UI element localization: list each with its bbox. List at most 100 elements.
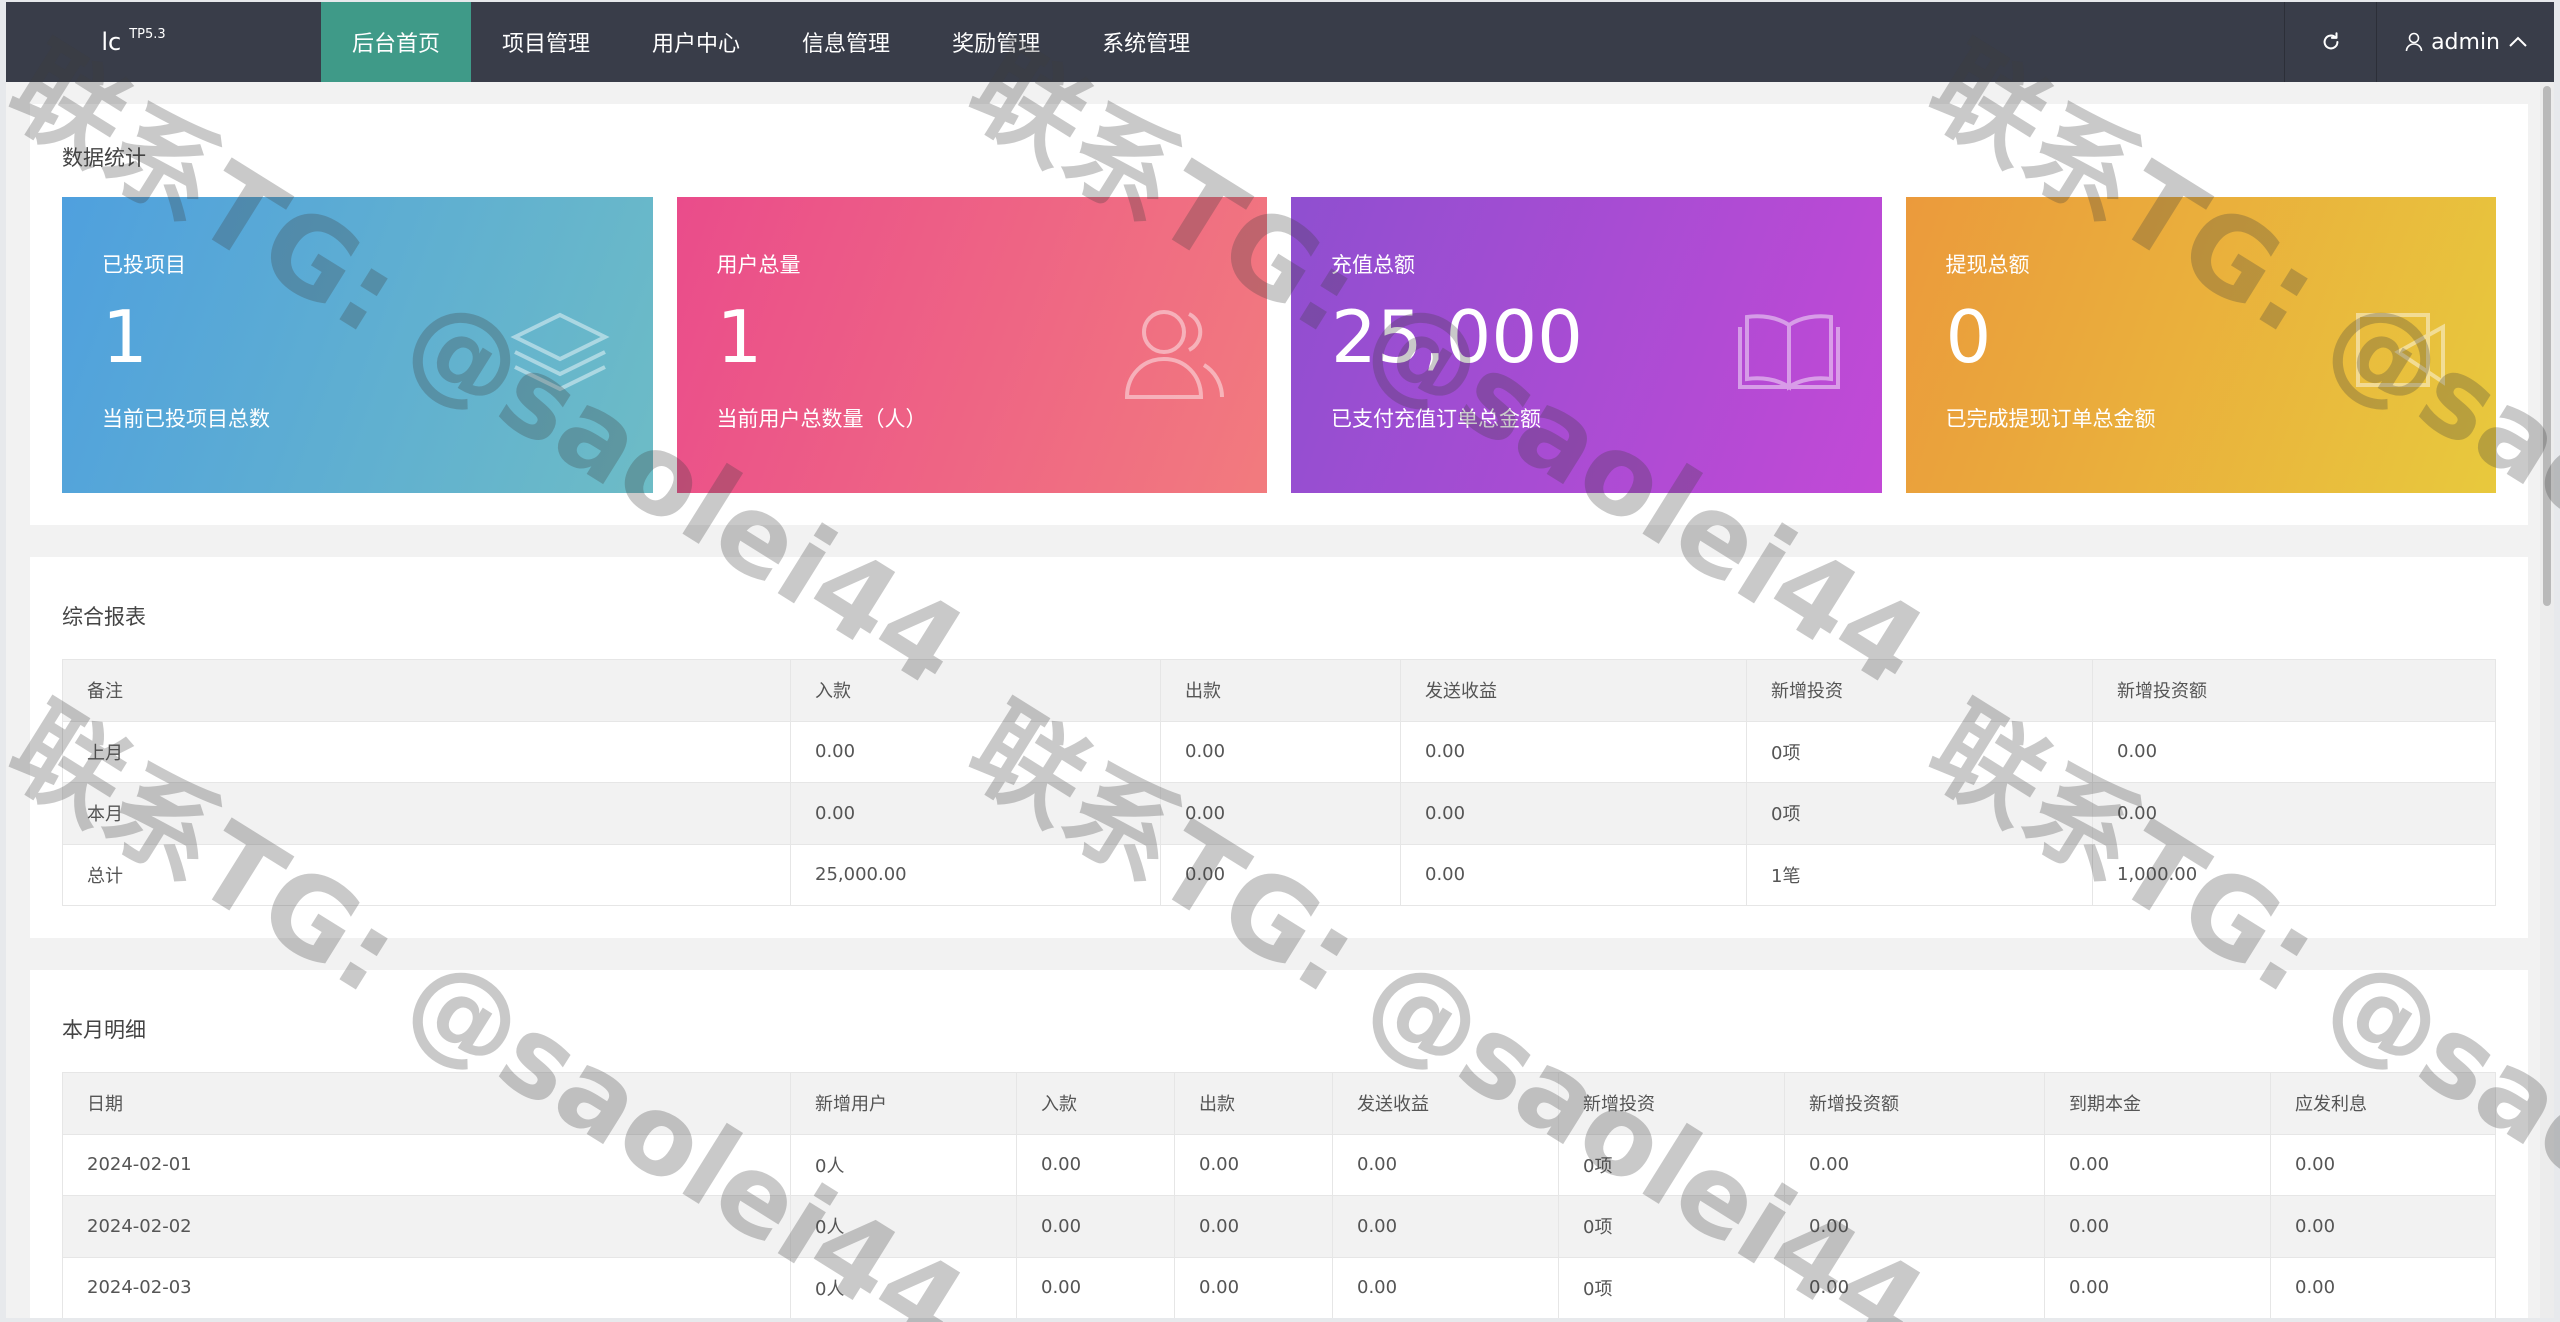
table-cell: 0.00 — [2044, 1256, 2271, 1318]
stat-label: 已投项目 — [102, 253, 186, 277]
table-cell: 0.00 — [1784, 1195, 2045, 1258]
app-logo[interactable]: lc TP5.3 — [6, 2, 321, 82]
table-cell: 2024-02-03 — [62, 1256, 791, 1318]
scrollbar-thumb[interactable] — [2543, 86, 2551, 606]
column-header: 发送收益 — [1400, 659, 1747, 722]
nav-item-system[interactable]: 系统管理 — [1071, 2, 1221, 82]
stat-desc: 已完成提现订单总金额 — [1945, 407, 2156, 431]
table-header-row: 备注 入款 出款 发送收益 新增投资 新增投资额 — [62, 659, 2496, 722]
table-cell: 0.00 — [2044, 1133, 2271, 1196]
table-cell: 0.00 — [1174, 1256, 1333, 1318]
table-cell: 0.00 — [1160, 782, 1401, 845]
top-navbar: lc TP5.3 后台首页 项目管理 用户中心 信息管理 奖励管理 系统管理 ad… — [6, 2, 2554, 82]
stat-desc: 当前用户总数量（人） — [716, 407, 927, 431]
table-cell: 0.00 — [1400, 720, 1747, 783]
stat-desc: 当前已投项目总数 — [102, 407, 270, 431]
column-header: 日期 — [62, 1072, 791, 1135]
table-cell: 1笔 — [1746, 843, 2093, 906]
refresh-icon — [2323, 32, 2338, 50]
stat-card-projects[interactable]: 已投项目 1 当前已投项目总数 — [62, 197, 653, 493]
column-header: 入款 — [1016, 1072, 1175, 1135]
table-cell: 0.00 — [1400, 843, 1747, 906]
table-cell: 总计 — [62, 843, 791, 906]
monthly-panel: 本月明细 日期 新增用户 入款 出款 发送收益 新增投资 新增投资额 到期本金 — [30, 970, 2528, 1318]
stat-desc: 已支付充值订单总金额 — [1331, 407, 1541, 431]
admin-window: lc TP5.3 后台首页 项目管理 用户中心 信息管理 奖励管理 系统管理 ad… — [6, 2, 2554, 1318]
table-cell: 0.00 — [1332, 1133, 1559, 1196]
table-cell: 0.00 — [790, 782, 1161, 845]
column-header: 入款 — [790, 659, 1161, 722]
table-row: 2024-02-03 0人 0.00 0.00 0.00 0项 0.00 0.0… — [62, 1256, 2496, 1318]
stat-card-recharge[interactable]: 充值总额 25,000 已支付充值订单总金额 — [1291, 197, 1882, 493]
table-cell: 0.00 — [2092, 720, 2496, 783]
table-cell: 0.00 — [790, 720, 1161, 783]
nav-item-rewards[interactable]: 奖励管理 — [921, 2, 1071, 82]
table-cell: 上月 — [62, 720, 791, 783]
table-cell: 0.00 — [2044, 1195, 2271, 1258]
withdraw-icon — [2356, 313, 2445, 387]
book-icon — [1737, 314, 1840, 391]
table-cell: 0.00 — [1016, 1256, 1175, 1318]
column-header: 发送收益 — [1332, 1072, 1559, 1135]
stat-card-withdraw[interactable]: 提现总额 0 已完成提现订单总金额 — [1905, 197, 2496, 493]
table-cell: 0.00 — [1160, 720, 1401, 783]
table-cell: 0人 — [790, 1256, 1017, 1318]
stat-label: 用户总量 — [716, 253, 801, 277]
nav-item-home[interactable]: 后台首页 — [321, 2, 472, 82]
stat-label: 充值总额 — [1331, 253, 1415, 277]
table-cell: 2024-02-01 — [62, 1133, 791, 1196]
table-cell: 0人 — [790, 1195, 1017, 1258]
nav-item-projects[interactable]: 项目管理 — [471, 2, 621, 82]
table-cell: 0项 — [1746, 720, 2093, 783]
stack-icon — [509, 312, 610, 392]
table-cell: 0项 — [1558, 1133, 1785, 1196]
nav-item-info[interactable]: 信息管理 — [771, 2, 921, 82]
stat-label: 提现总额 — [1945, 253, 2030, 277]
table-cell: 本月 — [62, 782, 791, 845]
table-cell: 0.00 — [1174, 1195, 1333, 1258]
column-header: 到期本金 — [2044, 1072, 2271, 1135]
table-cell: 0.00 — [1400, 782, 1747, 845]
table-cell: 0.00 — [1016, 1133, 1175, 1196]
logo-text: lc — [101, 28, 122, 56]
table-row: 2024-02-02 0人 0.00 0.00 0.00 0项 0.00 0.0… — [62, 1195, 2496, 1258]
table-cell: 0.00 — [1784, 1256, 2045, 1318]
report-title: 综合报表 — [62, 605, 146, 629]
main-nav: 后台首页 项目管理 用户中心 信息管理 奖励管理 系统管理 — [321, 2, 1221, 82]
username: admin — [2431, 29, 2500, 55]
stat-card-users[interactable]: 用户总量 1 当前用户总数量（人） — [676, 197, 1267, 493]
column-header: 新增用户 — [790, 1072, 1017, 1135]
stats-panel: 数据统计 已投项目 1 当前已投项目总数 用户总量 1 当前用户总数量（人） 充… — [30, 104, 2528, 525]
stat-cards: 已投项目 1 当前已投项目总数 用户总量 1 当前用户总数量（人） 充值总额 2… — [62, 197, 2496, 493]
table-row: 上月 0.00 0.00 0.00 0项 0.00 — [62, 720, 2496, 783]
table-cell: 25,000.00 — [790, 843, 1161, 906]
report-table: 备注 入款 出款 发送收益 新增投资 新增投资额 上月 0.00 0.00 0.… — [62, 659, 2496, 906]
table-cell: 0.00 — [1160, 843, 1401, 906]
table-row: 本月 0.00 0.00 0.00 0项 0.00 — [62, 782, 2496, 845]
table-cell: 0.00 — [1174, 1133, 1333, 1196]
table-cell: 0.00 — [1332, 1256, 1559, 1318]
column-header: 应发利息 — [2270, 1072, 2496, 1135]
column-header: 新增投资 — [1558, 1072, 1785, 1135]
column-header: 新增投资额 — [2092, 659, 2496, 722]
column-header: 备注 — [62, 659, 791, 722]
table-cell: 0.00 — [2270, 1256, 2496, 1318]
monthly-table: 日期 新增用户 入款 出款 发送收益 新增投资 新增投资额 到期本金 应发利息 … — [62, 1072, 2496, 1318]
column-header: 新增投资 — [1746, 659, 2093, 722]
column-header: 出款 — [1174, 1072, 1333, 1135]
monthly-title: 本月明细 — [62, 1018, 146, 1042]
table-cell: 0.00 — [1332, 1195, 1559, 1258]
user-icon — [2405, 32, 2423, 52]
refresh-button[interactable] — [2284, 2, 2376, 82]
table-row: 2024-02-01 0人 0.00 0.00 0.00 0项 0.00 0.0… — [62, 1133, 2496, 1196]
table-cell: 0.00 — [1784, 1133, 2045, 1196]
version-badge: TP5.3 — [129, 26, 166, 42]
nav-item-users[interactable]: 用户中心 — [621, 2, 771, 82]
table-cell: 0项 — [1558, 1195, 1785, 1258]
table-cell: 1,000.00 — [2092, 843, 2496, 906]
column-header: 新增投资额 — [1784, 1072, 2045, 1135]
user-menu[interactable]: admin — [2376, 2, 2554, 82]
table-cell: 0人 — [790, 1133, 1017, 1196]
stats-title: 数据统计 — [62, 146, 146, 170]
table-header-row: 日期 新增用户 入款 出款 发送收益 新增投资 新增投资额 到期本金 应发利息 — [62, 1072, 2496, 1135]
